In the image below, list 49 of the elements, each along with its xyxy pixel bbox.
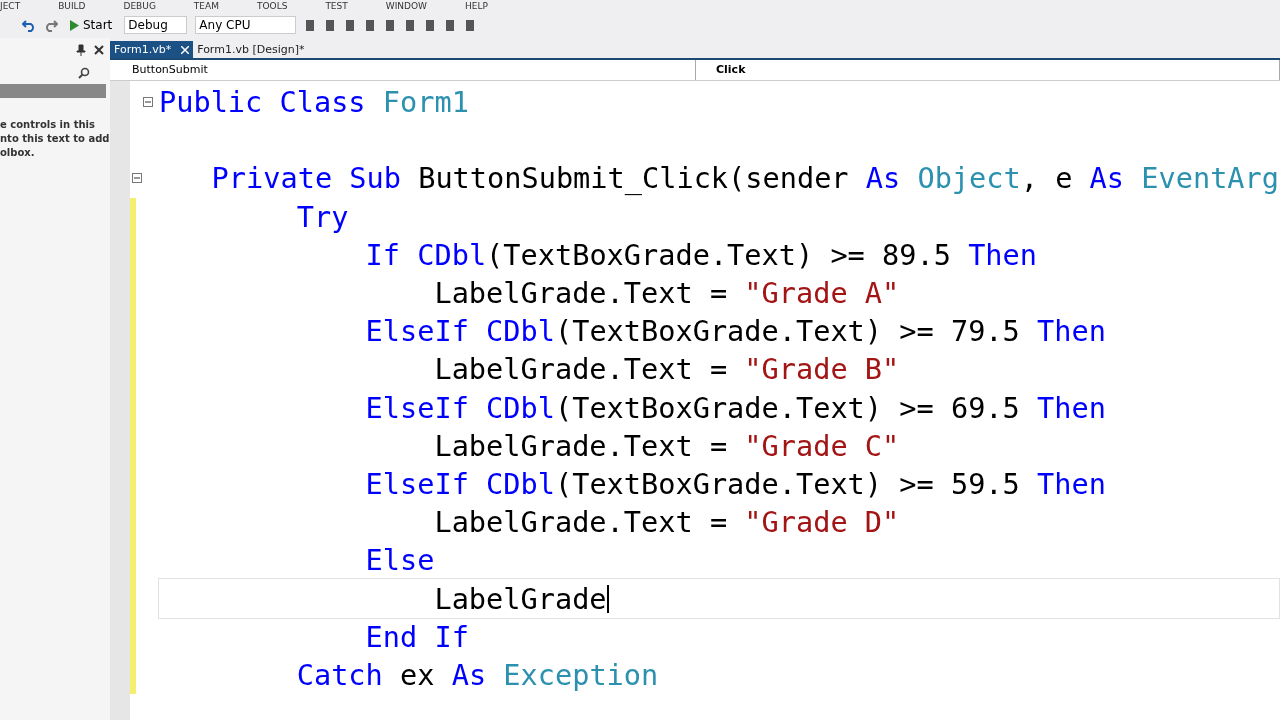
code-line: End If (364, 619, 469, 654)
toolbar-icon[interactable] (324, 18, 337, 32)
play-icon (70, 19, 79, 31)
code-line: ElseIf CDbl(TextBoxGrade.Text) >= 69.5 Then (364, 390, 1106, 425)
code-line: LabelGrade.Text = "Grade A" (433, 276, 900, 311)
text-cursor (606, 584, 609, 613)
code-line: Try (295, 199, 349, 234)
toolbar-icon[interactable] (344, 18, 357, 32)
toolbar-icon[interactable] (444, 18, 457, 32)
code-line: LabelGrade (433, 581, 607, 616)
code-line: Public Class Form1 (159, 85, 469, 120)
code-line: If CDbl(TextBoxGrade.Text) >= 89.5 Then (364, 237, 1037, 272)
toolbar-icon[interactable] (364, 18, 377, 32)
object-dropdown[interactable]: ButtonSubmit (110, 60, 696, 80)
configuration-dropdown[interactable]: Debug (124, 16, 188, 34)
code-line: Private Sub ButtonSubmit_Click(sender As Object, e As EventArg (210, 161, 1279, 196)
code-line: Catch ex As Exception (295, 657, 659, 692)
toolbar-icon[interactable] (424, 18, 437, 32)
pin-icon[interactable] (76, 44, 86, 56)
platform-dropdown[interactable]: Any CPU (195, 16, 297, 34)
redo-icon[interactable] (44, 18, 58, 32)
undo-icon[interactable] (22, 18, 36, 32)
code-line: ElseIf CDbl(TextBoxGrade.Text) >= 79.5 Then (364, 314, 1106, 349)
code-line: Else (364, 543, 435, 578)
menu-item[interactable]: HELP (465, 0, 488, 12)
event-dropdown[interactable]: Click (696, 60, 1280, 80)
menu-item[interactable]: DEBUG (123, 0, 156, 12)
collapse-icon[interactable] (131, 173, 142, 184)
toolbar-icon[interactable] (304, 18, 317, 32)
menu-item[interactable]: WINDOW (385, 0, 427, 12)
collapse-icon[interactable] (143, 97, 153, 108)
code-line: LabelGrade.Text = "Grade B" (433, 352, 900, 387)
toolbar-icon[interactable] (464, 18, 477, 32)
menu-item[interactable]: BUILD (58, 0, 86, 12)
toolbar-icon[interactable] (404, 18, 417, 32)
code-line: LabelGrade.Text = "Grade D" (433, 505, 900, 540)
toolbar-icon[interactable] (384, 18, 397, 32)
start-button[interactable]: Start (66, 18, 117, 32)
search-icon[interactable] (78, 67, 90, 79)
document-tab[interactable]: Form1.vb [Design]* (193, 41, 309, 58)
menu-item[interactable]: TEAM (193, 0, 219, 12)
menu-item[interactable]: TOOLS (256, 0, 288, 12)
document-tab[interactable]: Form1.vb* (110, 41, 194, 58)
menu-item[interactable]: TEST (325, 0, 348, 12)
menu-item[interactable]: JECT (0, 0, 21, 12)
code-line: ElseIf CDbl(TextBoxGrade.Text) >= 59.5 Then (364, 466, 1106, 501)
close-icon[interactable] (94, 45, 104, 55)
toolbox-hint: e controls in this nto this text to add olbox. (0, 118, 110, 160)
code-line: LabelGrade.Text = "Grade C" (433, 428, 900, 463)
